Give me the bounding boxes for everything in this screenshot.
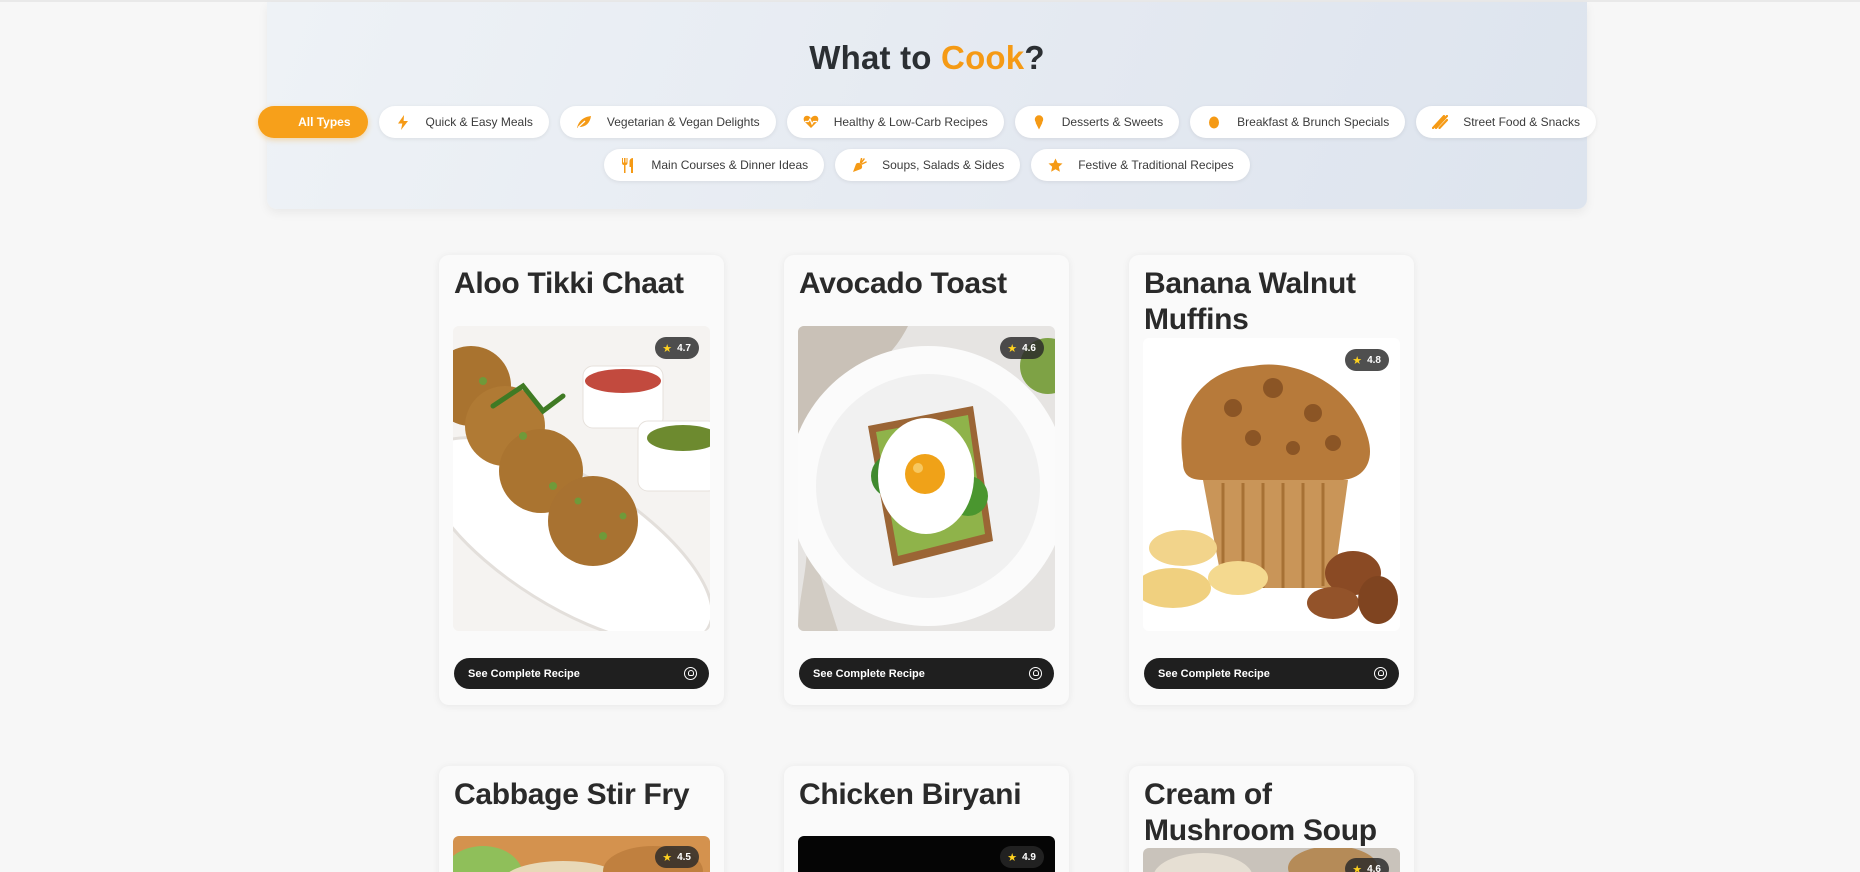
utensils-icon [620, 157, 636, 173]
star-icon: ★ [1007, 342, 1018, 355]
chef-hat-icon [1374, 667, 1387, 680]
star-icon [1047, 157, 1063, 173]
rating-badge: ★ 4.6 [1345, 858, 1389, 872]
filter-chip-soups-salads[interactable]: Soups, Salads & Sides [835, 149, 1021, 181]
recipe-card[interactable]: Aloo Tikki Chaat ★ 4.7 See Complete Recip… [439, 255, 724, 705]
star-icon: ★ [1352, 863, 1363, 872]
filter-chip-quick-easy[interactable]: Quick & Easy Meals [378, 106, 549, 138]
filter-label: Main Courses & Dinner Ideas [651, 158, 809, 172]
recipe-card[interactable]: Chicken Biryani ★ 4.9 [784, 766, 1069, 872]
star-icon: ★ [1007, 851, 1018, 864]
see-recipe-button[interactable]: See Complete Recipe [799, 658, 1054, 689]
filter-label: Street Food & Snacks [1463, 115, 1580, 129]
filter-label: Vegetarian & Vegan Delights [606, 115, 760, 129]
recipe-title: Aloo Tikki Chaat [454, 267, 684, 300]
see-recipe-button[interactable]: See Complete Recipe [1144, 658, 1399, 689]
filter-row-1: All Types Quick & Easy Meals Vegetarian … [258, 106, 1596, 138]
filter-label: Desserts & Sweets [1061, 115, 1164, 129]
egg-icon [1206, 114, 1222, 130]
lightning-icon [395, 114, 411, 130]
chef-hat-icon [1029, 667, 1042, 680]
recipe-title: Banana Walnut Muffins [1144, 267, 1356, 336]
rating-badge: ★ 4.8 [1345, 349, 1389, 371]
leaf-icon [576, 114, 592, 130]
star-icon: ★ [662, 851, 673, 864]
filter-chip-festive[interactable]: Festive & Traditional Recipes [1031, 149, 1250, 181]
filter-chip-street-food[interactable]: Street Food & Snacks [1416, 106, 1596, 138]
recipe-title: Chicken Biryani [799, 778, 1022, 811]
filter-chip-main-courses[interactable]: Main Courses & Dinner Ideas [604, 149, 825, 181]
recipe-photo: ★ 4.7 [453, 326, 710, 631]
recipe-card[interactable]: Cream of Mushroom Soup ★ 4.6 [1129, 766, 1414, 872]
filter-chip-vegetarian[interactable]: Vegetarian & Vegan Delights [559, 106, 776, 138]
recipe-photo: ★ 4.6 [798, 326, 1055, 631]
filter-chip-healthy[interactable]: Healthy & Low-Carb Recipes [786, 106, 1004, 138]
recipe-title: Avocado Toast [799, 267, 1007, 300]
rating-badge: ★ 4.9 [1000, 846, 1044, 868]
filter-label: Breakfast & Brunch Specials [1237, 115, 1390, 129]
filter-label: Quick & Easy Meals [425, 115, 533, 129]
rating-badge: ★ 4.7 [655, 337, 699, 359]
filter-chip-desserts[interactable]: Desserts & Sweets [1014, 106, 1180, 138]
stripes-icon [1432, 114, 1449, 130]
recipe-title: Cabbage Stir Fry [454, 778, 690, 811]
star-icon: ★ [1352, 354, 1363, 367]
ice-cream-icon [1031, 114, 1047, 130]
heart-pulse-icon [803, 114, 819, 130]
rating-badge: ★ 4.5 [655, 846, 699, 868]
chef-hat-icon [684, 667, 697, 680]
star-icon: ★ [662, 342, 673, 355]
filter-label: Soups, Salads & Sides [882, 158, 1005, 172]
filter-label: Festive & Traditional Recipes [1078, 158, 1234, 172]
recipe-card[interactable]: Avocado Toast ★ 4.6 See Complete Recipe [784, 255, 1069, 705]
carrot-icon [851, 157, 867, 173]
recipe-card[interactable]: Cabbage Stir Fry ★ 4.5 [439, 766, 724, 872]
filter-chip-all-types[interactable]: All Types [258, 106, 368, 138]
see-recipe-button[interactable]: See Complete Recipe [454, 658, 709, 689]
recipe-photo: ★ 4.6 [1143, 848, 1400, 872]
filter-label: Healthy & Low-Carb Recipes [833, 115, 988, 129]
recipe-card[interactable]: Banana Walnut Muffins ★ 4.8 See Complete … [1129, 255, 1414, 705]
hero-panel: What to Cook? All Types Quick & Easy Mea… [258, 2, 1596, 209]
filter-row-2: Main Courses & Dinner Ideas Soups, Salad… [267, 149, 1587, 181]
recipe-title: Cream of Mushroom Soup [1144, 778, 1377, 847]
rating-badge: ★ 4.6 [1000, 337, 1044, 359]
recipe-photo: ★ 4.5 [453, 836, 710, 872]
filter-chip-breakfast[interactable]: Breakfast & Brunch Specials [1190, 106, 1406, 138]
filter-label: All Types [298, 115, 351, 129]
recipe-photo: ★ 4.8 [1143, 338, 1400, 631]
page-title: What to Cook? [809, 39, 1045, 76]
recipe-photo: ★ 4.9 [798, 836, 1055, 872]
